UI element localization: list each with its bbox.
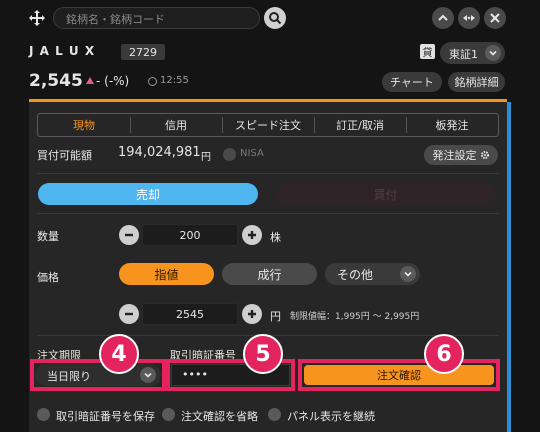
save-pin-label: 取引暗証番号を保存 [56,410,155,423]
close-button[interactable] [484,7,506,29]
move-icon[interactable] [28,9,46,27]
current-price: 2,545 [29,71,83,91]
tab-cash-label: 現物 [73,119,95,132]
tab-margin-label: 信用 [165,119,187,132]
chart-label: チャート [390,76,434,89]
nisa-radio[interactable] [223,148,236,161]
swap-icon [463,15,475,21]
gear-icon [480,151,489,159]
step-badge-4: 4 [99,334,139,374]
chevron-up-icon [438,14,448,21]
plus-icon [248,310,256,318]
market-order-button[interactable]: 成行 [222,263,317,285]
buying-power-value: 194,024,981 [118,145,201,160]
minus-icon [125,312,133,316]
keep-panel-radio[interactable] [268,408,281,421]
search-icon [269,12,282,25]
order-settings-button[interactable]: 発注設定 [424,145,498,165]
price-change: - (-%) [96,74,130,88]
limit-order-label: 指値 [154,267,179,282]
chevron-down-icon [485,45,501,61]
order-settings-label: 発注設定 [432,149,477,162]
buying-power-label: 買付可能額 [37,149,92,162]
swap-button[interactable] [458,7,480,29]
sell-label: 売却 [135,187,160,202]
scrollbar[interactable] [507,102,511,432]
skip-confirm-label: 注文確認を省略 [181,410,258,423]
margin-badge: 貸 [420,44,435,59]
clock-icon [148,77,157,86]
minus-icon [125,233,133,237]
expiry-value: 当日限り [47,370,91,383]
tab-board-order-label: 板発注 [435,119,469,132]
tab-modify-cancel-label: 訂正/取消 [336,119,384,132]
step-badge-6: 6 [424,334,464,374]
tab-board-order[interactable]: 板発注 [406,115,498,135]
quantity-minus-button[interactable] [119,225,139,245]
other-order-select[interactable]: その他 [325,263,420,285]
buy-label: 買付 [373,187,398,202]
market-order-label: 成行 [257,267,282,282]
price-time: 12:55 [160,75,189,86]
limit-order-button[interactable]: 指値 [119,263,214,285]
save-pin-radio[interactable] [37,408,50,421]
stock-code-badge: 2729 [121,44,165,60]
close-icon [490,13,500,23]
chevron-down-icon [400,266,416,282]
divider [37,213,499,214]
search-placeholder: 銘柄名・銘柄コード [66,13,165,26]
divider [37,173,499,174]
quantity-label: 数量 [37,230,59,243]
market-select[interactable]: 東証1 [440,42,505,64]
other-order-label: その他 [337,267,374,282]
sell-button[interactable]: 売却 [38,183,258,205]
tab-speed-order[interactable]: スピード注文 [222,115,314,135]
buy-button[interactable]: 買付 [276,183,495,205]
collapse-button[interactable] [432,7,454,29]
search-button[interactable] [264,7,286,29]
details-button[interactable]: 銘柄詳細 [448,72,505,92]
expiry-select[interactable]: 当日限り [35,364,161,386]
buying-power-unit: 円 [201,152,211,163]
pin-value: •••• [182,368,208,381]
price-minus-button[interactable] [119,304,139,324]
quantity-input[interactable]: 200 [142,224,238,246]
search-input[interactable]: 銘柄名・銘柄コード [53,7,260,29]
market-label: 東証1 [449,48,478,61]
change-arrow-icon [86,77,94,84]
skip-confirm-radio[interactable] [162,408,175,421]
step-badge-5: 5 [243,334,283,374]
price-input[interactable]: 2545 [142,303,238,325]
keep-panel-label: パネル表示を継続 [287,410,375,423]
price-label: 価格 [37,271,59,284]
quantity-plus-button[interactable] [242,225,262,245]
tab-modify-cancel[interactable]: 訂正/取消 [314,115,406,135]
price-unit: 円 [270,310,281,323]
limit-range: 制限値幅：1,995円 ～ 2,995円 [290,312,420,322]
tab-margin[interactable]: 信用 [130,115,222,135]
quantity-unit: 株 [270,231,281,244]
order-confirm-label: 注文確認 [377,369,421,382]
tab-speed-order-label: スピード注文 [235,119,301,132]
order-confirm-button[interactable]: 注文確認 [304,365,494,385]
plus-icon [248,231,256,239]
tab-cash[interactable]: 現物 [38,115,130,135]
nisa-label: NISA [240,148,264,159]
price-plus-button[interactable] [242,304,262,324]
stock-name: J A L U X [29,44,96,58]
chevron-down-icon [140,367,156,383]
details-label: 銘柄詳細 [454,76,499,89]
chart-button[interactable]: チャート [382,72,442,92]
